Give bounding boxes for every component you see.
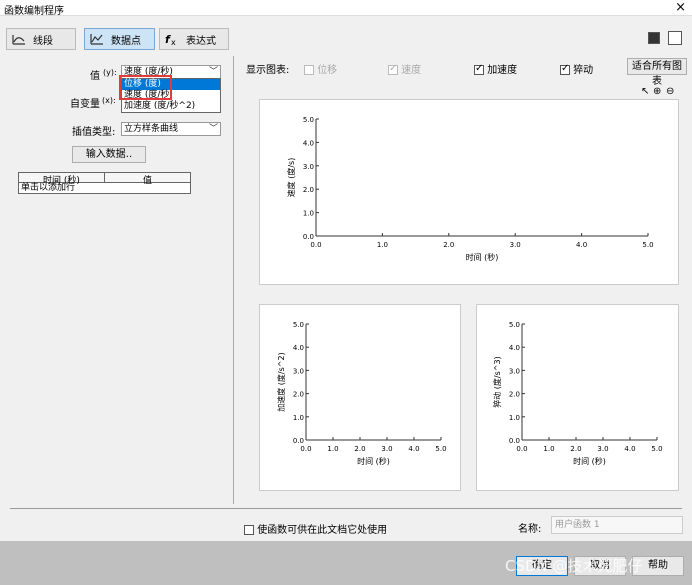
name-input[interactable]: 用户函数 1 xyxy=(551,516,683,534)
divider xyxy=(10,508,682,509)
acceleration-x-tick-label: 4.0 xyxy=(408,445,419,453)
jerk-x-tick-label: 3.0 xyxy=(597,445,608,453)
jerk-y-tick-label: 2.0 xyxy=(509,391,520,399)
acceleration-y-tick-label: 1.0 xyxy=(293,414,304,422)
acceleration-x-tick-label: 1.0 xyxy=(327,445,338,453)
acceleration-y-tick-label: 4.0 xyxy=(293,344,304,352)
jerk-x-tick-label: 4.0 xyxy=(624,445,635,453)
velocity-x-tick-label: 1.0 xyxy=(377,241,388,249)
velocity-y-tick-label: 2.0 xyxy=(303,186,314,194)
acceleration-y-tick-label: 0.0 xyxy=(293,437,304,445)
velocity-y-label: 速度 (度/s) xyxy=(286,158,296,198)
jerk-y-tick-label: 0.0 xyxy=(509,437,520,445)
checkbox[interactable] xyxy=(244,525,254,535)
share-option[interactable]: 使函数可供在此文档它处使用 xyxy=(244,521,387,536)
acceleration-x-label: 时间 (秒) xyxy=(357,456,390,466)
jerk-x-tick-label: 2.0 xyxy=(570,445,581,453)
jerk-y-tick-label: 4.0 xyxy=(509,344,520,352)
acceleration-y-label: 加速度 (度/s^2) xyxy=(276,352,286,411)
watermark: CSDN @技术死肥仔 xyxy=(505,557,643,575)
jerk-y-tick-label: 5.0 xyxy=(509,321,520,329)
velocity-x-tick-label: 5.0 xyxy=(642,241,653,249)
velocity-x-tick-label: 4.0 xyxy=(576,241,587,249)
share-label: 使函数可供在此文档它处使用 xyxy=(257,525,388,536)
acceleration-y-tick-label: 2.0 xyxy=(293,391,304,399)
charts-svg: 0.0 1.0 2.0 3.0 4.0 5.0 0.0 1.0 2.0 3.0 4.0 5.0 时间 (… xyxy=(276,116,663,466)
velocity-y-tick-label: 5.0 xyxy=(303,116,314,124)
acceleration-x-tick-label: 5.0 xyxy=(435,445,446,453)
jerk-y-tick-label: 1.0 xyxy=(509,414,520,422)
acceleration-y-tick-label: 5.0 xyxy=(293,321,304,329)
velocity-x-tick-label: 2.0 xyxy=(443,241,454,249)
velocity-x-label: 时间 (秒) xyxy=(466,252,499,262)
jerk-x-tick-label: 0.0 xyxy=(516,445,527,453)
velocity-x-tick-label: 3.0 xyxy=(510,241,521,249)
jerk-y-label: 猝动 (度/s^3) xyxy=(492,356,502,407)
jerk-x-label: 时间 (秒) xyxy=(573,456,606,466)
velocity-y-tick-label: 1.0 xyxy=(303,210,314,218)
acceleration-y-tick-label: 3.0 xyxy=(293,367,304,375)
velocity-y-tick-label: 4.0 xyxy=(303,139,314,147)
velocity-y-tick-label: 3.0 xyxy=(303,163,314,171)
jerk-x-tick-label: 1.0 xyxy=(543,445,554,453)
velocity-y-tick-label: 0.0 xyxy=(303,233,314,241)
acceleration-x-tick-label: 0.0 xyxy=(300,445,311,453)
jerk-y-tick-label: 3.0 xyxy=(509,367,520,375)
name-label: 名称: xyxy=(518,524,542,535)
acceleration-x-tick-label: 3.0 xyxy=(381,445,392,453)
velocity-x-tick-label: 0.0 xyxy=(310,241,321,249)
jerk-x-tick-label: 5.0 xyxy=(651,445,662,453)
acceleration-x-tick-label: 2.0 xyxy=(354,445,365,453)
